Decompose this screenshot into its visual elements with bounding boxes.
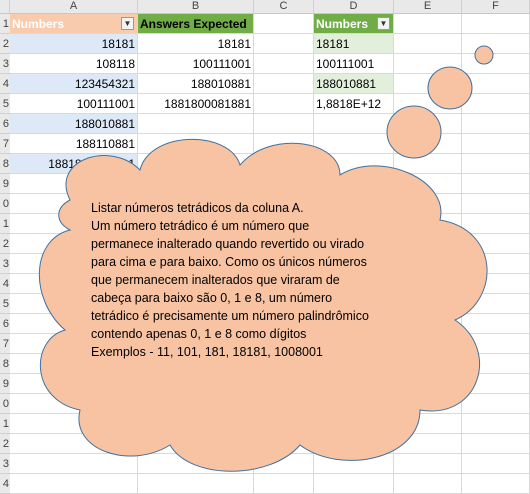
cloud-text-line: que permanecem inalterados que viraram d… — [91, 273, 340, 287]
cloud-text-line: contendo apenas 0, 1 e 8 como dígitos — [91, 327, 307, 341]
cloud-text-line: Listar números tetrádicos da coluna A. — [91, 201, 304, 215]
cloud-text-line: para cima e para baixo. Como os únicos n… — [91, 255, 367, 269]
cloud-text-line: cabeça para baixo são 0, 1 e 8, um númer… — [91, 291, 333, 305]
thought-bubble-medium — [427, 66, 473, 110]
thought-bubble-small — [474, 45, 494, 65]
cloud-text-line: Um número tetrádico é um número que — [91, 219, 310, 233]
thought-bubble-large — [386, 105, 442, 159]
cloud-callout-text: Listar números tetrádicos da coluna A. U… — [91, 199, 411, 361]
cloud-text-line: permanece inalterado quando revertido ou… — [91, 237, 365, 251]
cloud-text-line: Exemplos - 11, 101, 181, 18181, 1008001 — [91, 345, 323, 359]
cloud-text-line: tetrádico é precisamente um número palin… — [91, 309, 369, 323]
